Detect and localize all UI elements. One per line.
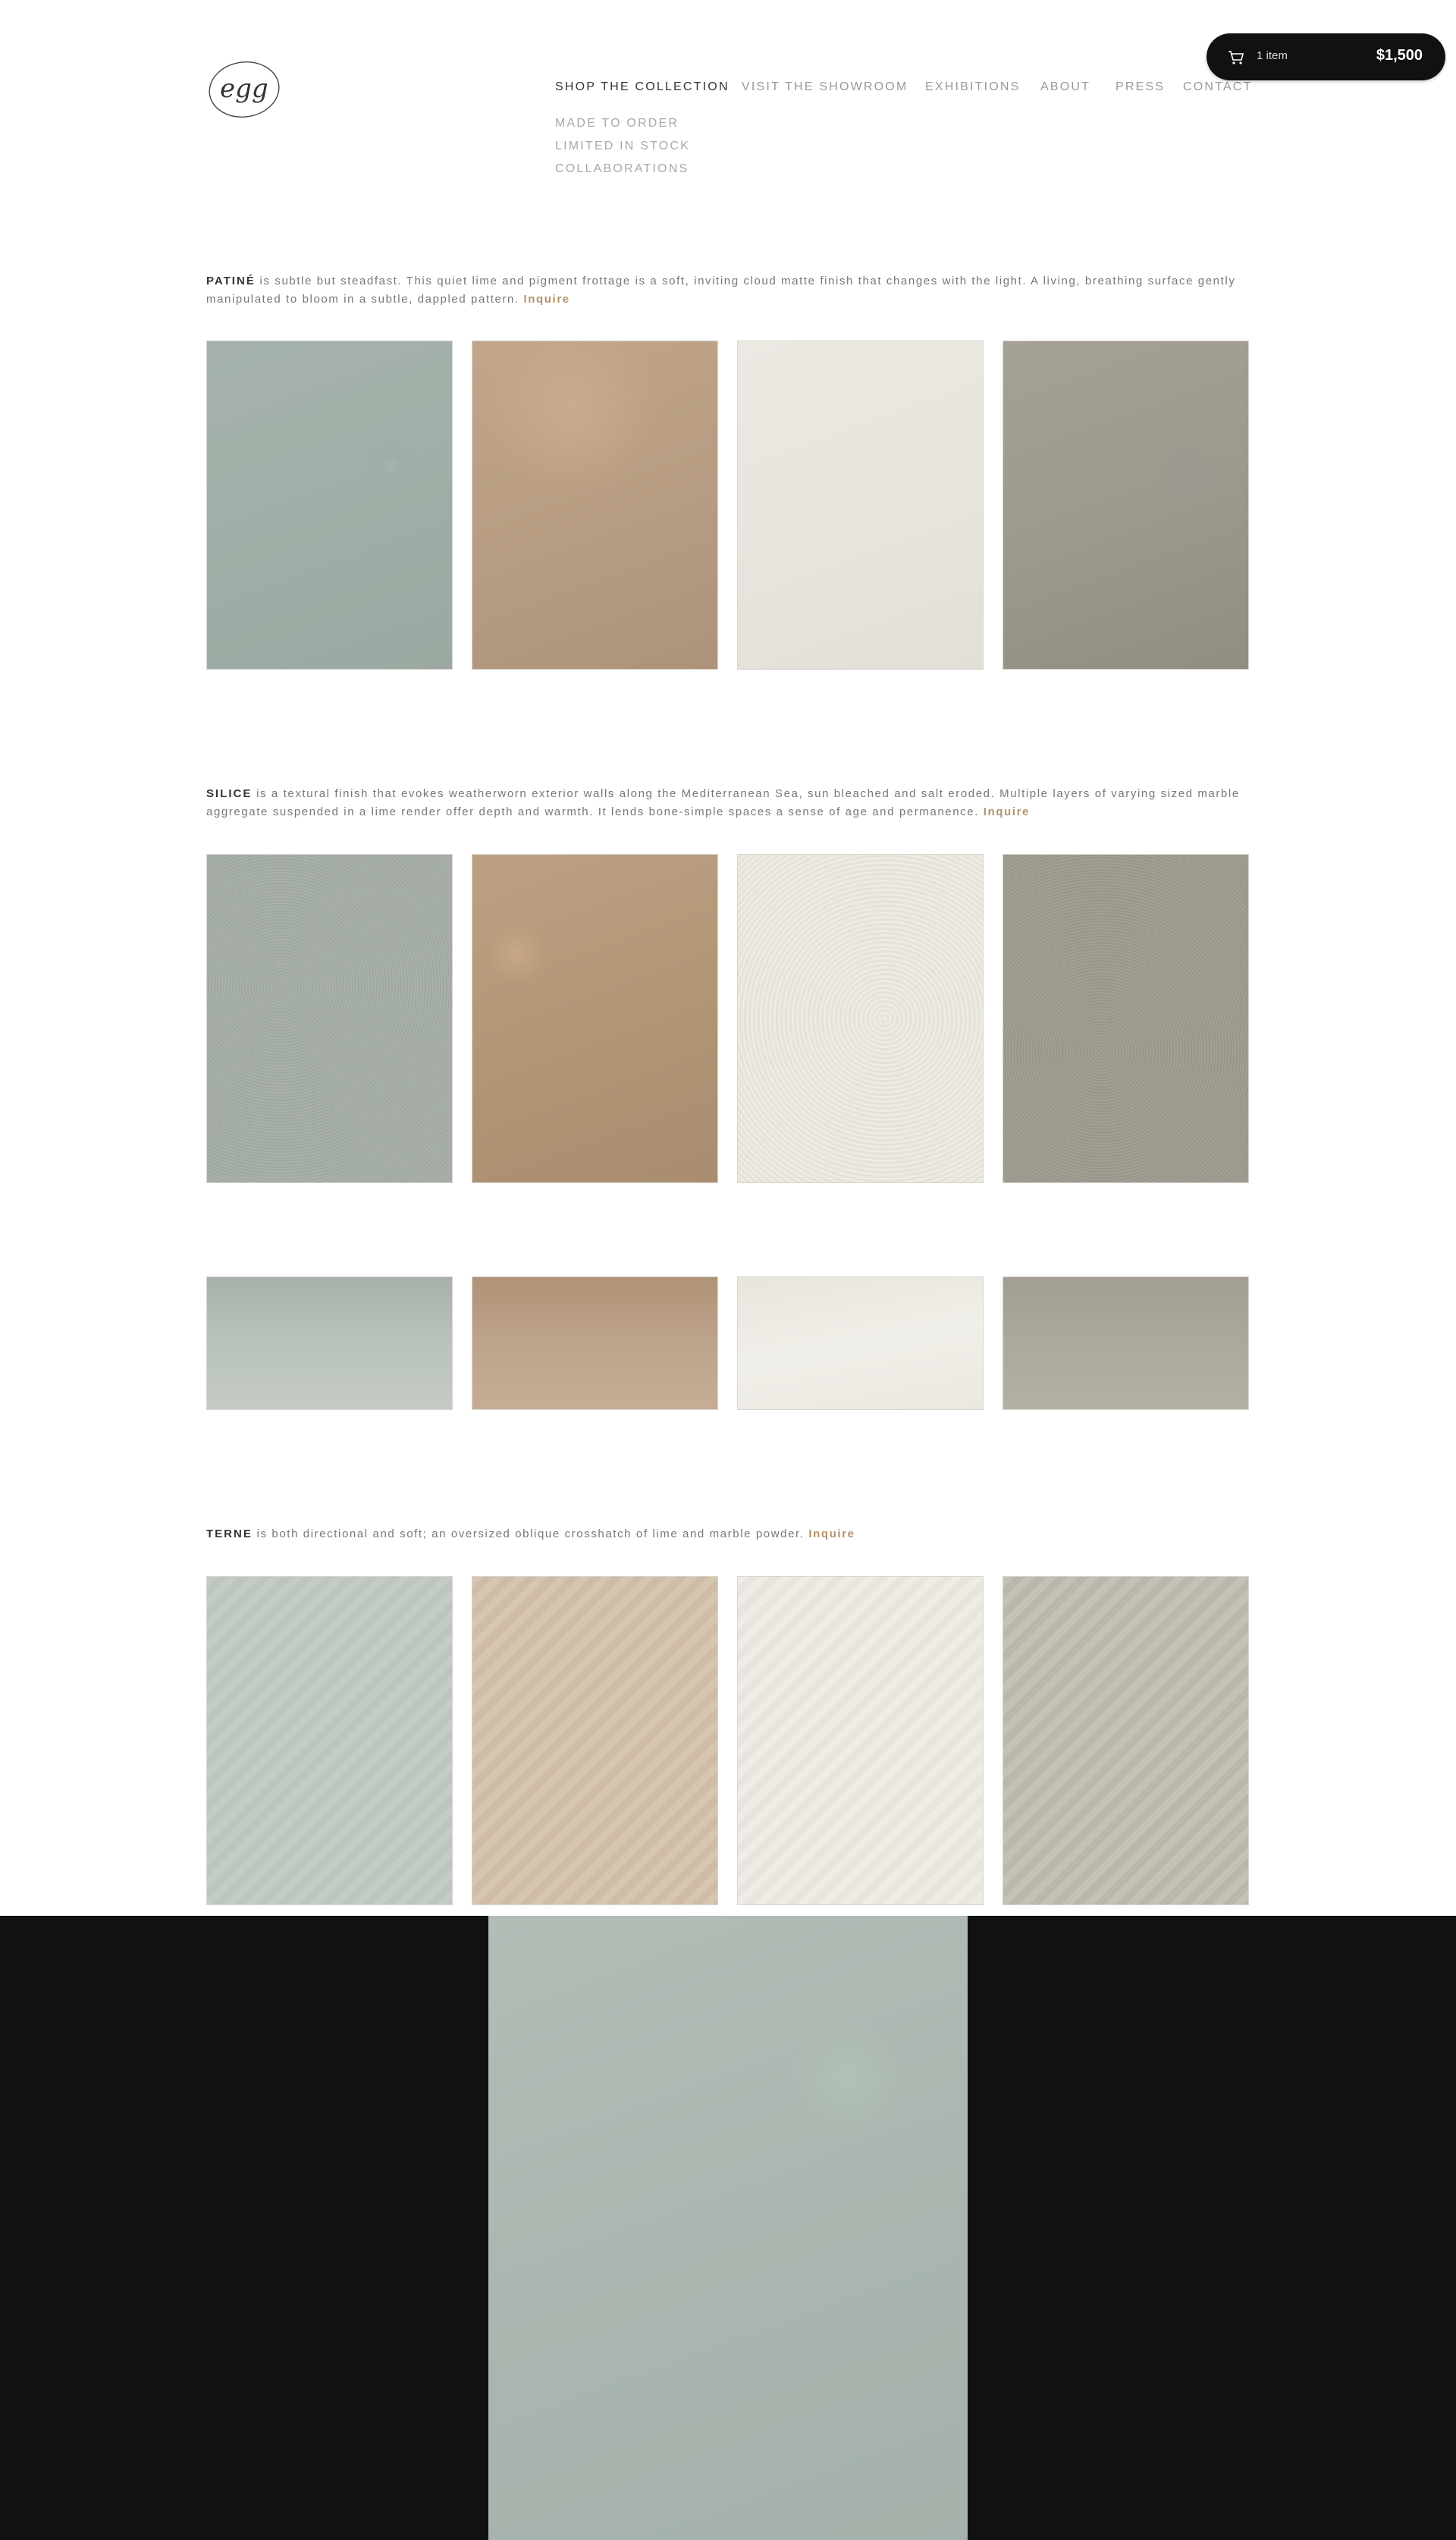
finish-detail-swatches — [206, 1276, 1250, 1410]
cart-button[interactable]: 1 item $1,500 — [1207, 33, 1445, 80]
terne-swatches — [206, 1576, 1250, 1905]
detail-swatch-chalk[interactable] — [737, 1276, 984, 1410]
patine-swatches — [206, 341, 1250, 670]
silice-description: SILICE is a textural finish that evokes … — [206, 785, 1253, 821]
terne-swatch-sage[interactable] — [206, 1576, 453, 1905]
silice-swatch-sage[interactable] — [206, 854, 453, 1183]
svg-text:egg: egg — [220, 74, 268, 104]
cart-icon — [1228, 51, 1244, 64]
terne-text: is both directional and soft; an oversiz… — [252, 1527, 809, 1540]
patine-swatch-terracotta[interactable] — [472, 341, 718, 670]
nav-about[interactable]: ABOUT — [1040, 80, 1090, 94]
shop-subnav: MADE TO ORDER LIMITED IN STOCK COLLABORA… — [555, 112, 690, 181]
patine-inquire-link[interactable]: Inquire — [524, 293, 570, 306]
nav-exhibitions[interactable]: EXHIBITIONS — [925, 80, 1021, 94]
terne-swatch-chalk[interactable] — [737, 1576, 984, 1905]
detail-swatch-sage[interactable] — [206, 1276, 453, 1410]
terne-swatch-stone[interactable] — [1003, 1576, 1249, 1905]
patine-title: PATINÉ — [206, 275, 256, 287]
patine-swatch-sage[interactable] — [206, 341, 453, 670]
subnav-made-to-order[interactable]: MADE TO ORDER — [555, 112, 690, 135]
patine-text: is subtle but steadfast. This quiet lime… — [206, 275, 1236, 306]
cart-total: $1,500 — [1376, 47, 1423, 64]
nav-contact[interactable]: CONTACT — [1183, 80, 1253, 94]
lightbox-image[interactable] — [488, 1916, 968, 2540]
silice-swatch-stone[interactable] — [1003, 854, 1249, 1183]
cart-count: 1 item — [1257, 49, 1288, 62]
nav-visit-the-showroom[interactable]: VISIT THE SHOWROOM — [742, 80, 908, 94]
silice-swatch-chalk[interactable] — [737, 854, 984, 1183]
terne-swatch-terracotta[interactable] — [472, 1576, 718, 1905]
terne-title: TERNE — [206, 1527, 253, 1540]
egg-logo[interactable]: egg — [206, 58, 284, 121]
subnav-limited-in-stock[interactable]: LIMITED IN STOCK — [555, 135, 690, 158]
detail-swatch-terracotta[interactable] — [472, 1276, 718, 1410]
subnav-collaborations[interactable]: COLLABORATIONS — [555, 158, 690, 181]
patine-description: PATINÉ is subtle but steadfast. This qui… — [206, 272, 1253, 309]
nav-press[interactable]: PRESS — [1116, 80, 1165, 94]
nav-shop-the-collection[interactable]: SHOP THE COLLECTION — [555, 80, 730, 94]
silice-swatch-terracotta[interactable] — [472, 854, 718, 1183]
silice-text: is a textural finish that evokes weather… — [206, 787, 1240, 818]
silice-swatches — [206, 854, 1250, 1183]
terne-description: TERNE is both directional and soft; an o… — [206, 1525, 1253, 1543]
patine-swatch-stone[interactable] — [1003, 341, 1249, 670]
patine-swatch-chalk[interactable] — [737, 341, 984, 670]
lightbox-overlay[interactable] — [0, 1916, 1456, 2540]
detail-swatch-stone[interactable] — [1003, 1276, 1249, 1410]
silice-title: SILICE — [206, 787, 253, 800]
silice-inquire-link[interactable]: Inquire — [984, 805, 1030, 818]
terne-inquire-link[interactable]: Inquire — [808, 1527, 855, 1540]
